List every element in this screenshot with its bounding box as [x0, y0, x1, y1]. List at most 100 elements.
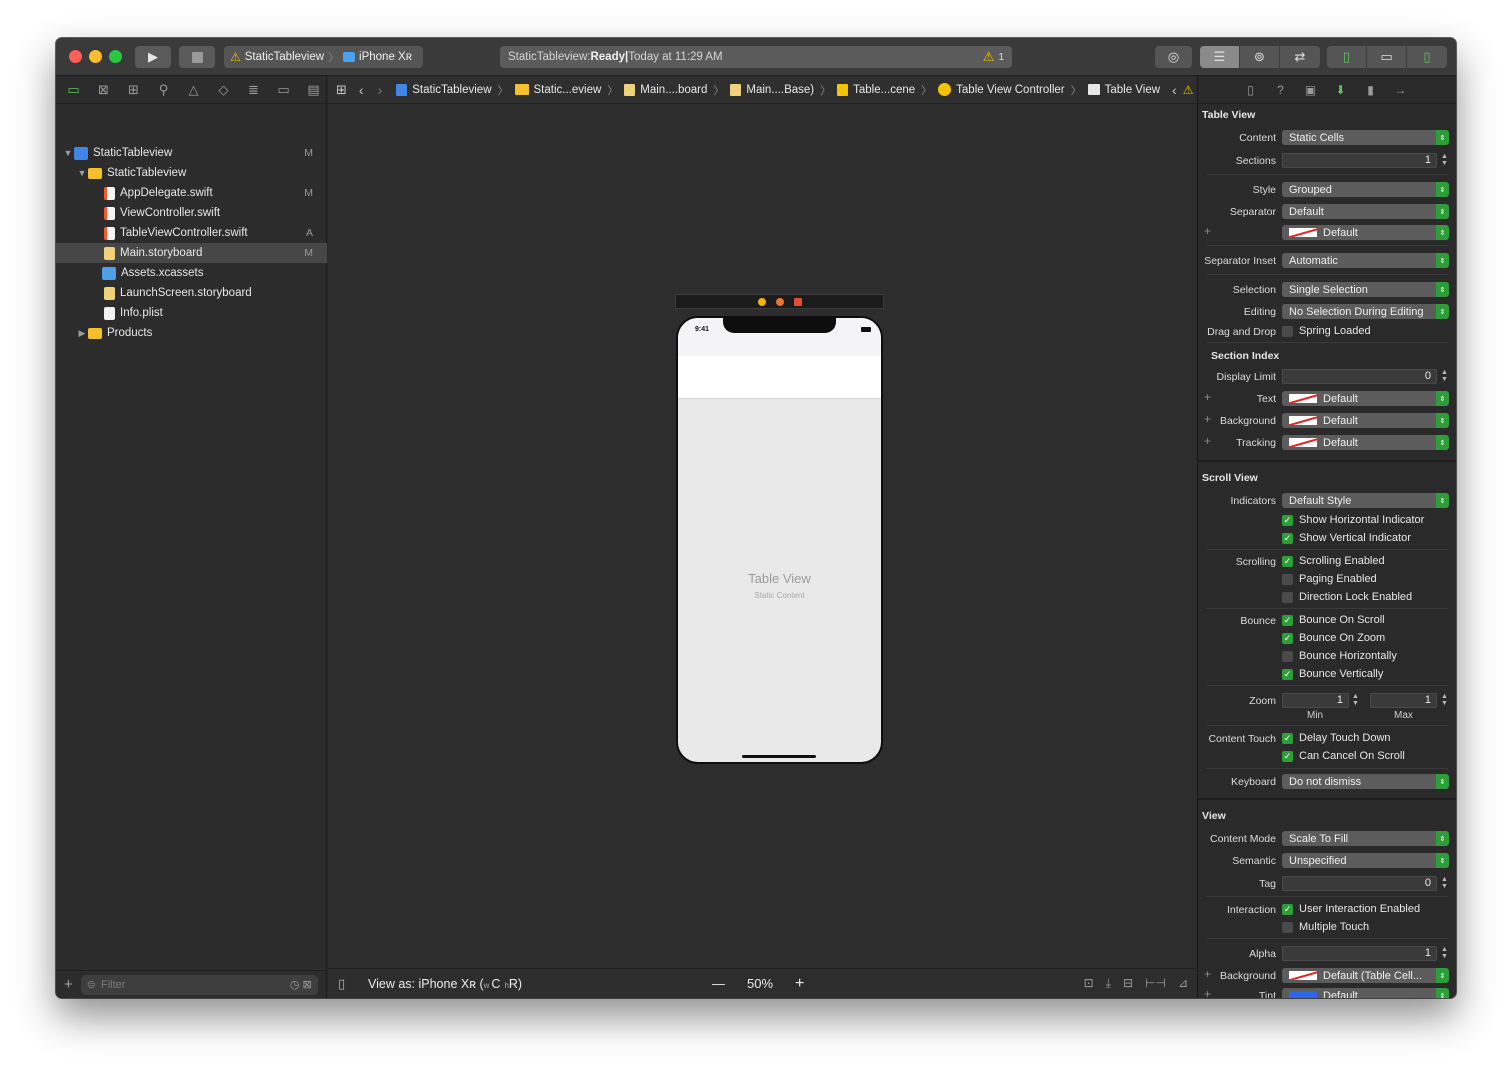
related-items-icon[interactable]: ⊞: [336, 82, 347, 98]
tree-item-products[interactable]: ▶ Products: [56, 323, 327, 343]
add-icon[interactable]: +: [64, 976, 73, 993]
scene-dock[interactable]: [675, 294, 884, 309]
view-background-color-popup[interactable]: Default (Table Cell... ⇕: [1282, 968, 1449, 983]
view-as-device-button[interactable]: View as: iPhone Xʀ (w ChR): [368, 977, 522, 991]
tree-item-viewcontroller[interactable]: ViewController.swift: [56, 203, 327, 223]
tree-item-assets[interactable]: Assets.xcassets: [56, 263, 327, 283]
display-limit-stepper-icon[interactable]: ▲ ▼: [1440, 369, 1449, 384]
breadcrumb-scene[interactable]: Table...cene: [837, 83, 915, 96]
warning-indicator[interactable]: ⚠ 1: [983, 49, 1004, 65]
minimize-window-button[interactable]: [89, 50, 102, 63]
breadcrumb-group[interactable]: Static...eview: [514, 84, 601, 96]
bounce-on-scroll-checkbox[interactable]: ✓ Bounce On Scroll: [1282, 614, 1385, 626]
scheme-selector[interactable]: ⚠ StaticTableview 〉 iPhone Xʀ: [224, 46, 423, 68]
version-editor-icon[interactable]: ⇄: [1280, 46, 1320, 68]
zoom-min-field[interactable]: 1: [1282, 693, 1349, 708]
breadcrumb-base[interactable]: Main....Base): [730, 83, 814, 96]
zoom-max-stepper-icon[interactable]: ▲ ▼: [1440, 693, 1449, 708]
navigator-toggle-icon[interactable]: ▯: [1327, 46, 1367, 68]
breadcrumb-table-view[interactable]: Table View: [1087, 84, 1160, 96]
embed-in-icon[interactable]: ⤓: [1106, 976, 1111, 991]
keyboard-popup[interactable]: Do not dismiss ⇕: [1282, 774, 1449, 789]
disclosure-down-icon[interactable]: ▼: [76, 168, 88, 178]
breadcrumb-storyboard[interactable]: Main....board: [624, 83, 707, 96]
exit-dock-icon[interactable]: [793, 297, 802, 306]
breadcrumb-controller[interactable]: Table View Controller: [938, 83, 1065, 96]
indicators-popup[interactable]: Default Style ⇕: [1282, 493, 1449, 508]
static-table-cell[interactable]: [678, 356, 881, 399]
spring-loaded-checkbox[interactable]: Spring Loaded: [1282, 325, 1371, 337]
inspector-toggle-icon[interactable]: ▯: [1407, 46, 1447, 68]
forward-chevron-icon[interactable]: ›: [378, 82, 383, 98]
index-background-color-popup[interactable]: Default ⇕: [1282, 413, 1449, 428]
quick-help-icon[interactable]: ?: [1272, 83, 1289, 97]
alpha-field[interactable]: 1: [1282, 946, 1437, 961]
disclosure-right-icon[interactable]: ▶: [76, 328, 88, 339]
bounce-vertically-checkbox[interactable]: ✓ Bounce Vertically: [1282, 668, 1383, 680]
issue-back-chevron-icon[interactable]: ‹: [1172, 82, 1177, 98]
debug-icon[interactable]: ≣: [244, 82, 263, 98]
add-variation-icon[interactable]: +: [1204, 224, 1211, 238]
run-button[interactable]: ▶: [135, 46, 171, 68]
storyboard-canvas[interactable]: 9:41 Table View Static Content: [328, 105, 1196, 968]
zoom-window-button[interactable]: [109, 50, 122, 63]
folder-icon[interactable]: ▭: [64, 82, 83, 98]
index-tracking-color-popup[interactable]: Default ⇕: [1282, 435, 1449, 450]
library-button[interactable]: ◎: [1155, 46, 1192, 68]
tree-item-launchscreen[interactable]: LaunchScreen.storyboard: [56, 283, 327, 303]
bounce-on-zoom-checkbox[interactable]: ✓ Bounce On Zoom: [1282, 632, 1385, 644]
direction-lock-checkbox[interactable]: Direction Lock Enabled: [1282, 591, 1412, 603]
view-controller-dock-icon[interactable]: [757, 297, 766, 306]
separator-popup[interactable]: Default ⇕: [1282, 204, 1449, 219]
tree-item-group[interactable]: ▼ StaticTableview: [56, 163, 327, 183]
warning-icon[interactable]: ⚠: [1183, 83, 1194, 97]
disclosure-down-icon[interactable]: ▼: [62, 148, 74, 158]
standard-editor-icon[interactable]: ☰: [1200, 46, 1240, 68]
tree-item-project[interactable]: ▼ StaticTableview M: [56, 143, 327, 163]
identity-inspector-icon[interactable]: ▣: [1302, 83, 1319, 97]
editing-popup[interactable]: No Selection During Editing ⇕: [1282, 304, 1449, 319]
size-inspector-icon[interactable]: ▮: [1362, 83, 1379, 97]
user-interaction-checkbox[interactable]: ✓ User Interaction Enabled: [1282, 903, 1420, 915]
separator-inset-popup[interactable]: Automatic ⇕: [1282, 253, 1449, 268]
tag-stepper-icon[interactable]: ▲ ▼: [1440, 876, 1449, 891]
bounce-horizontally-checkbox[interactable]: Bounce Horizontally: [1282, 650, 1397, 662]
update-frames-icon[interactable]: ⊡: [1084, 976, 1094, 991]
file-inspector-icon[interactable]: ▯: [1242, 83, 1259, 97]
align-icon[interactable]: ⊟: [1123, 976, 1133, 991]
filter-field[interactable]: ⊜ Filter ◷ ⊠: [80, 974, 318, 995]
document-outline-toggle-icon[interactable]: ▯: [338, 976, 345, 992]
find-icon[interactable]: ⚲: [154, 82, 173, 98]
breakpoint-icon[interactable]: ▭: [274, 82, 293, 98]
paging-enabled-checkbox[interactable]: Paging Enabled: [1282, 573, 1377, 585]
scrolling-enabled-checkbox[interactable]: ✓ Scrolling Enabled: [1282, 555, 1385, 567]
back-chevron-icon[interactable]: ‹: [359, 82, 364, 98]
content-mode-popup[interactable]: Scale To Fill ⇕: [1282, 831, 1449, 846]
tree-item-infoplist[interactable]: Info.plist: [56, 303, 327, 323]
index-text-color-popup[interactable]: Default ⇕: [1282, 391, 1449, 406]
delay-touch-down-checkbox[interactable]: ✓ Delay Touch Down: [1282, 732, 1391, 744]
iphone-scene[interactable]: 9:41 Table View Static Content: [676, 316, 883, 764]
can-cancel-on-scroll-checkbox[interactable]: ✓ Can Cancel On Scroll: [1282, 750, 1405, 762]
connections-inspector-icon[interactable]: →: [1392, 83, 1409, 97]
issue-icon[interactable]: △: [184, 82, 203, 98]
tag-field[interactable]: 0: [1282, 876, 1437, 891]
close-window-button[interactable]: [69, 50, 82, 63]
separator-color-popup[interactable]: Default ⇕: [1282, 225, 1449, 240]
assistant-editor-icon[interactable]: ⊚: [1240, 46, 1280, 68]
multiple-touch-checkbox[interactable]: Multiple Touch: [1282, 921, 1369, 933]
zoom-in-button[interactable]: +: [795, 975, 804, 993]
show-vertical-checkbox[interactable]: ✓ Show Vertical Indicator: [1282, 532, 1411, 544]
attributes-inspector-icon[interactable]: ⬇: [1332, 83, 1349, 97]
display-limit-field[interactable]: 0: [1282, 369, 1437, 384]
symbol-icon[interactable]: ⊞: [124, 82, 143, 98]
report-icon[interactable]: ▤: [304, 82, 323, 98]
selection-popup[interactable]: Single Selection ⇕: [1282, 282, 1449, 297]
zoom-out-button[interactable]: —: [712, 976, 725, 991]
first-responder-dock-icon[interactable]: [775, 297, 784, 306]
tree-item-main-storyboard[interactable]: Main.storyboard M: [56, 243, 327, 263]
content-popup[interactable]: Static Cells ⇕: [1282, 130, 1449, 145]
show-horizontal-checkbox[interactable]: ✓ Show Horizontal Indicator: [1282, 514, 1424, 526]
test-icon[interactable]: ◇: [214, 82, 233, 98]
style-popup[interactable]: Grouped ⇕: [1282, 182, 1449, 197]
